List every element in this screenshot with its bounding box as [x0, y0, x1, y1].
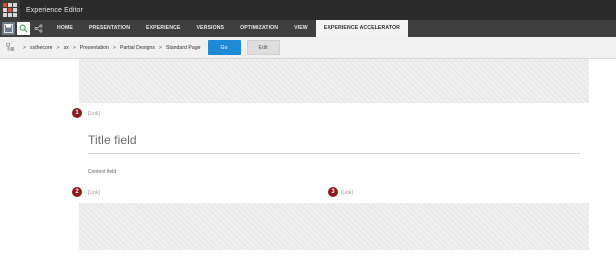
title-bar: Experience Editor — [0, 0, 616, 20]
content-field[interactable]: Content field — [88, 169, 116, 175]
breadcrumb-item[interactable]: sxthecore — [30, 45, 53, 51]
sitecore-app-grid-icon[interactable] — [0, 0, 20, 20]
breadcrumb-separator: > — [56, 44, 60, 51]
link-field[interactable]: [Link] — [88, 190, 100, 196]
breadcrumb-item[interactable]: Presentation — [80, 45, 109, 51]
share-button[interactable] — [32, 22, 45, 35]
breadcrumb-item[interactable]: Standard Page — [166, 45, 201, 51]
tab-home[interactable]: HOME — [49, 20, 81, 37]
go-button[interactable]: Go — [207, 40, 241, 55]
search-button[interactable] — [17, 22, 30, 35]
tab-versions[interactable]: VERSIONS — [189, 20, 233, 37]
tab-presentation[interactable]: PRESENTATION — [81, 20, 138, 37]
step-marker: 1 — [72, 108, 82, 118]
breadcrumb-item[interactable]: sx — [64, 45, 69, 51]
partial-design-placeholder-bottom — [79, 203, 589, 250]
breadcrumb-item[interactable]: Partial Designs — [120, 45, 155, 51]
step-marker: 3 — [328, 187, 338, 197]
app-title: Experience Editor — [26, 6, 83, 14]
save-icon — [4, 24, 13, 33]
save-button[interactable] — [2, 22, 15, 35]
experience-editor-window: Experience Editor HOME PRESENTATION EXPE… — [0, 0, 616, 268]
breadcrumb-separator: > — [158, 44, 162, 51]
tab-experience-accelerator[interactable]: EXPERIENCE ACCELERATOR — [315, 20, 408, 37]
tab-experience[interactable]: EXPERIENCE — [138, 20, 188, 37]
ribbon-tab-bar: HOME PRESENTATION EXPERIENCE VERSIONS OP… — [0, 20, 616, 37]
tab-optimization[interactable]: OPTIMIZATION — [232, 20, 286, 37]
search-icon — [19, 24, 28, 33]
breadcrumb: > sxthecore > sx > Presentation > Partia… — [0, 37, 616, 59]
title-field[interactable]: Title field — [88, 133, 137, 147]
share-icon — [34, 24, 43, 33]
title-divider — [88, 153, 580, 154]
breadcrumb-separator: > — [72, 44, 76, 51]
tree-icon[interactable] — [6, 43, 15, 52]
tab-view[interactable]: VIEW — [286, 20, 316, 37]
partial-design-placeholder-top — [79, 59, 589, 103]
link-field[interactable]: [Link] — [341, 190, 353, 196]
breadcrumb-separator: > — [23, 44, 27, 51]
breadcrumb-separator: > — [112, 44, 116, 51]
quick-access-toolbar — [0, 20, 45, 37]
step-marker: 2 — [72, 187, 82, 197]
edit-button[interactable]: Edit — [246, 40, 280, 55]
link-field[interactable]: [Link] — [88, 111, 100, 117]
